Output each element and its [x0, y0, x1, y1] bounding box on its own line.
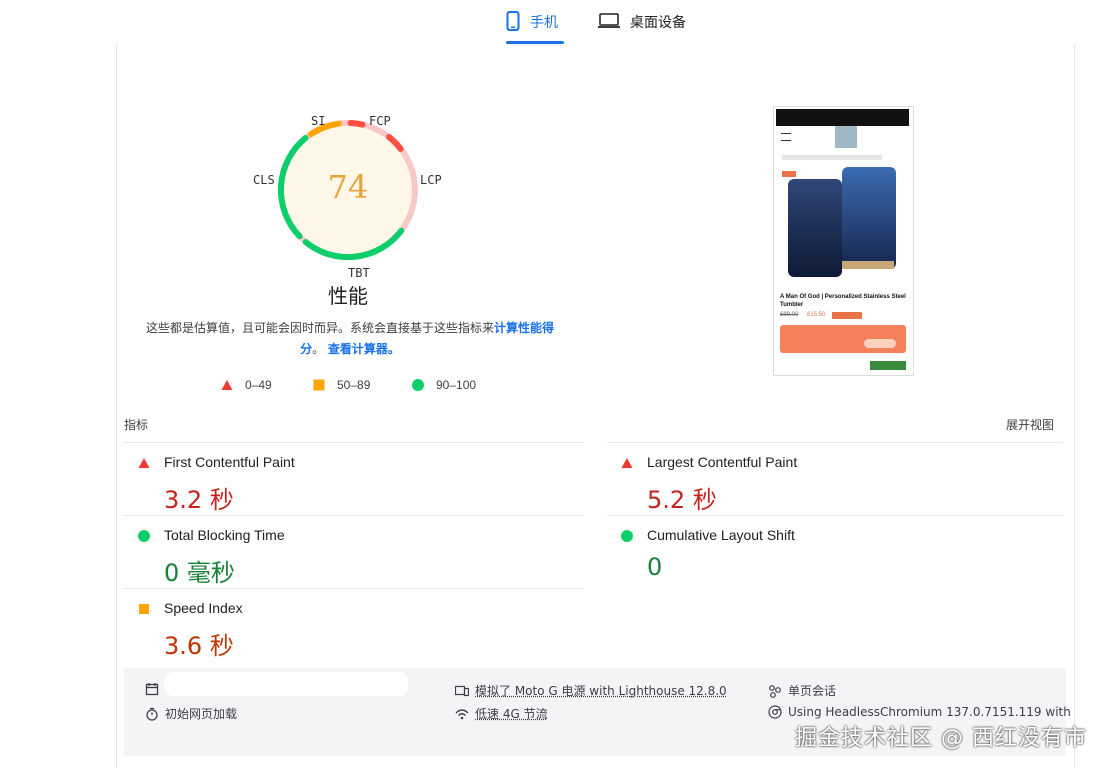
gauge-arc-fcp [347, 120, 366, 128]
gauge-label-tbt: TBT [348, 266, 370, 280]
legend-poor-label: 0–49 [245, 378, 272, 392]
gauge-label-cls: CLS [253, 173, 275, 187]
panel-border-right [1074, 44, 1075, 768]
expand-view-button[interactable]: 展开视图 [1006, 416, 1054, 433]
session-label: 单页会话 [788, 684, 837, 698]
legend-average-label: 50–89 [337, 378, 371, 392]
browser-label: Using HeadlessChromium 137.0.7151.119 wi… [788, 705, 1071, 719]
devices-icon [455, 685, 469, 696]
tab-mobile[interactable]: 手机 [506, 0, 564, 44]
divider [124, 588, 584, 589]
score-description: 这些都是估算值，且可能会因时而异。系统会直接基于这些指标来计算性能得分。 查看计… [140, 318, 560, 360]
poor-triangle-icon [621, 458, 633, 468]
throttling-label[interactable]: 低速 4G 节流 [475, 705, 548, 722]
desktop-icon [598, 12, 620, 32]
metric-si: Speed Index 3.6 秒 [124, 600, 584, 660]
thumbnail-promo-button [864, 339, 896, 348]
thumbnail-discount [832, 312, 862, 319]
metric-value: 3.6 秒 [164, 632, 234, 660]
metric-name: Total Blocking Time [164, 527, 285, 543]
tab-mobile-label: 手机 [530, 15, 558, 31]
panel-border-left [116, 44, 117, 768]
metric-tbt: Total Blocking Time 0 毫秒 [124, 527, 584, 587]
session-icon [769, 684, 781, 698]
legend-average: 50–89 [313, 378, 370, 392]
tab-desktop-label: 桌面设备 [630, 15, 686, 31]
divider [607, 442, 1063, 443]
metrics-label: 指标 [124, 418, 149, 432]
average-square-icon [139, 604, 149, 614]
good-circle-icon [138, 530, 150, 542]
emulation-item: 模拟了 Moto G 电源 with Lighthouse 12.8.0 [455, 682, 727, 699]
thumbnail-breadcrumb [782, 155, 882, 160]
metric-fcp: First Contentful Paint 3.2 秒 [124, 454, 584, 514]
metric-value: 0 [647, 553, 663, 581]
thumbnail-new-price: £15.50 [807, 312, 826, 318]
calendar-icon [145, 683, 159, 696]
throttling-item: 低速 4G 节流 [455, 705, 548, 722]
performance-score: 74 [327, 168, 369, 206]
gauge-label-fcp: FCP [369, 114, 391, 128]
description-text: 这些都是估算值，且可能会因时而异。系统会直接基于这些指标来 [145, 321, 494, 335]
menu-icon [781, 133, 791, 141]
gauge-label-lcp: LCP [420, 173, 442, 187]
browser-item: Using HeadlessChromium 137.0.7151.119 wi… [768, 705, 1071, 719]
metric-value: 5.2 秒 [647, 486, 717, 514]
metric-cls: Cumulative Layout Shift 0 [607, 527, 1063, 585]
initial-load-label: 初始网页加载 [165, 707, 238, 721]
divider [124, 515, 584, 516]
thumbnail-product-title: A Man Of God | Personalized Stainless St… [780, 294, 906, 308]
metric-lcp: Largest Contentful Paint 5.2 秒 [607, 454, 1063, 514]
circle-icon [412, 379, 424, 391]
calendar-item [145, 682, 159, 696]
session-item: 单页会话 [768, 682, 836, 699]
poor-triangle-icon [138, 458, 150, 468]
initial-load-item: 初始网页加载 [145, 705, 237, 722]
tumbler-image-right [842, 167, 896, 269]
metric-name: Speed Index [164, 600, 243, 616]
thumbnail-sale-badge [782, 171, 796, 177]
metric-name: Cumulative Layout Shift [647, 527, 795, 543]
timer-icon [146, 707, 158, 721]
thumbnail-trust-badge [870, 361, 906, 370]
legend-good-label: 90–100 [436, 378, 477, 392]
metric-value: 3.2 秒 [164, 486, 234, 514]
redacted-timestamp [164, 672, 408, 696]
tab-desktop[interactable]: 桌面设备 [598, 0, 690, 44]
divider [124, 442, 584, 443]
chrome-icon [768, 705, 782, 719]
page-screenshot-thumbnail: A Man Of God | Personalized Stainless St… [773, 106, 914, 376]
phone-icon [506, 10, 520, 34]
metric-name: First Contentful Paint [164, 454, 295, 470]
square-icon [313, 379, 325, 391]
thumbnail-topbar [776, 109, 909, 126]
emulation-label[interactable]: 模拟了 Moto G 电源 with Lighthouse 12.8.0 [475, 682, 727, 699]
performance-title: 性能 [328, 284, 368, 308]
tumbler-base [842, 261, 894, 269]
triangle-icon [221, 380, 233, 390]
legend-good: 90–100 [412, 378, 476, 392]
wifi-icon [455, 708, 469, 719]
metric-value: 0 毫秒 [164, 559, 235, 587]
description-mid: 。 [312, 342, 325, 356]
thumbnail-old-price: £99.00 [780, 312, 799, 318]
thumbnail-logo [835, 126, 857, 148]
metric-name: Largest Contentful Paint [647, 454, 798, 470]
legend-poor: 0–49 [221, 378, 272, 392]
divider [607, 515, 1063, 516]
tumbler-image-left [788, 179, 842, 277]
gauge-label-si: SI [311, 114, 326, 128]
calculator-link[interactable]: 查看计算器。 [328, 342, 400, 356]
good-circle-icon [621, 530, 633, 542]
watermark: 掘金技术社区 @ 西红没有市 [795, 726, 1087, 751]
